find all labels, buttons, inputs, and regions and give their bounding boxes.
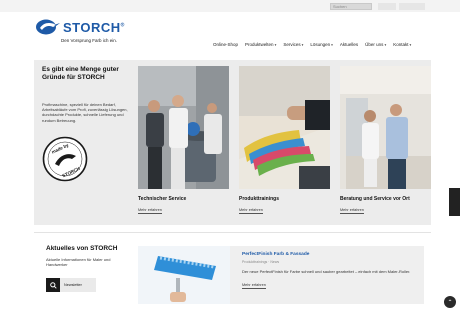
nav-item-1[interactable]: Produktwelten ▾: [245, 41, 276, 49]
news-card-image[interactable]: [138, 246, 230, 304]
chevron-down-icon: ▾: [331, 43, 333, 47]
login-button[interactable]: [399, 3, 425, 10]
paint-roller-photo: [138, 246, 230, 304]
tile-link-technical-service[interactable]: Mehr erfahren: [138, 208, 162, 214]
nav-item-4[interactable]: Aktuelles: [340, 41, 358, 49]
language-button[interactable]: [378, 3, 396, 10]
tile-title-technical-service: Technischer Service: [138, 196, 187, 202]
news-card-meta: Produkttrainings · News: [242, 260, 280, 264]
news-card-link[interactable]: Mehr erfahren: [242, 283, 266, 289]
chevron-up-icon: ⌃: [447, 299, 453, 306]
tile-title-product-trainings: Produkttrainings: [239, 196, 280, 202]
newsletter-button[interactable]: Newsletter: [46, 278, 96, 292]
nav-item-5[interactable]: Über uns ▾: [365, 41, 386, 49]
chevron-down-icon: ▾: [274, 43, 277, 47]
feedback-side-tab[interactable]: [449, 188, 460, 216]
back-to-top-button[interactable]: ⌃: [444, 296, 456, 308]
nav-item-0[interactable]: Online-Shop: [213, 41, 238, 49]
stork-icon: [36, 19, 60, 35]
search-input[interactable]: Suchen: [330, 3, 372, 10]
news-card-headline[interactable]: PerfectFinish Farb & Fassade: [242, 252, 309, 257]
technical-service-photo: [138, 66, 229, 189]
nav-item-2[interactable]: Services ▾: [283, 41, 303, 49]
chevron-down-icon: ▾: [384, 43, 387, 47]
section-divider: [34, 232, 431, 233]
tile-image-on-site-service[interactable]: [340, 66, 431, 189]
utility-bar: Suchen: [0, 0, 460, 12]
storch-logo[interactable]: STORCH® Den Vorsprung Farb ich ein.: [36, 19, 136, 49]
hero-section: Es gibt eine Menge guter Gründe für STOR…: [34, 60, 431, 225]
news-text: Aktuelle Informationen für Maler und Han…: [46, 257, 111, 267]
news-card-text: Der neue PerfectFinish für Farbe schnell…: [242, 269, 411, 274]
on-site-consulting-photo: [340, 66, 431, 189]
made-by-storch-badge: made by STORCH: [42, 136, 88, 182]
tile-title-on-site-service: Beratung und Service vor Ort: [340, 196, 410, 202]
tile-image-product-trainings[interactable]: [239, 66, 330, 189]
news-card[interactable]: PerfectFinish Farb & Fassade Produkttrai…: [230, 246, 424, 304]
chevron-down-icon: ▾: [301, 43, 304, 47]
nav-item-6[interactable]: Kontakt ▾: [393, 41, 411, 49]
tile-link-on-site-service[interactable]: Mehr erfahren: [340, 208, 364, 214]
chevron-down-icon: ▾: [409, 43, 412, 47]
main-navigation: Online-Shop Produktwelten ▾ Services ▾ Lösung…: [213, 41, 411, 49]
tile-link-product-trainings[interactable]: Mehr erfahren: [239, 208, 263, 214]
nav-item-3[interactable]: Lösungen ▾: [310, 41, 333, 49]
search-icon: [46, 278, 60, 292]
brand-claim: Den Vorsprung Farb ich ein.: [61, 38, 118, 43]
tile-image-technical-service[interactable]: [138, 66, 229, 189]
hero-text: Profimaschine, speziell für deinen Bedar…: [42, 102, 128, 123]
product-training-photo: [239, 66, 330, 189]
hero-title: Es gibt eine Menge guter Gründe für STOR…: [42, 66, 119, 81]
news-title: Aktuelles von STORCH: [46, 245, 118, 252]
